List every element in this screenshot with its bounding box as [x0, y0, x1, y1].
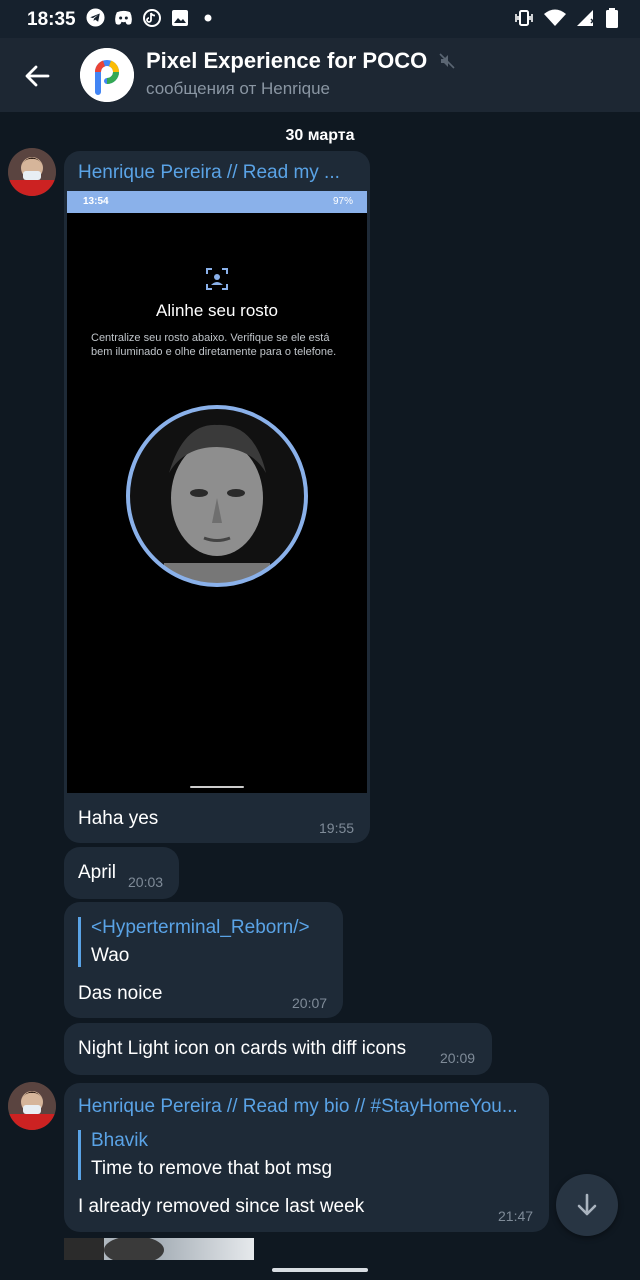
tiktok-icon [142, 8, 161, 27]
screenshot-status-bar: 13:54 97% [67, 191, 367, 213]
screenshot-battery: 97% [332, 196, 353, 207]
message-text: I already removed since last week [78, 1196, 365, 1217]
telegram-icon [86, 8, 105, 27]
face-scan-icon [206, 268, 228, 290]
signal-icon [576, 9, 596, 32]
arrow-left-icon [25, 65, 50, 87]
screenshot-status-time: 13:54 [83, 196, 109, 207]
photo-thumbnail [64, 1238, 164, 1260]
chat-avatar[interactable] [80, 48, 134, 102]
message-time: 20:09 [440, 1050, 476, 1066]
avatar[interactable] [8, 148, 56, 196]
sender-name[interactable]: Henrique Pereira // Read my bio // #Stay… [78, 1096, 540, 1118]
gesture-nav-handle[interactable] [272, 1268, 368, 1272]
discord-icon [114, 8, 133, 27]
reply-author: Bhavik [91, 1130, 149, 1151]
message-text: Night Light icon on cards with diff icon… [78, 1038, 407, 1059]
chat-title-text: Pixel Experience for POCO [146, 48, 428, 73]
back-button[interactable] [18, 57, 56, 95]
message-bubble[interactable]: Night Light icon on cards with diff icon… [64, 1023, 492, 1075]
reply-text: Wao [91, 945, 130, 966]
dot-icon [198, 8, 217, 27]
reply-text: Time to remove that bot msg [91, 1158, 333, 1179]
sender-name[interactable]: Henrique Pereira // Read my ... [78, 162, 363, 184]
face-preview [126, 405, 308, 587]
wifi-icon [544, 9, 566, 32]
reply-author: <Hyperterminal_Reborn/> [91, 917, 310, 938]
message-time: 19:55 [319, 820, 355, 836]
status-bar: 18:35 [0, 0, 640, 38]
chat-title[interactable]: Pixel Experience for POCO [146, 48, 455, 75]
battery-icon [606, 8, 618, 33]
user-photo-icon [8, 1082, 56, 1130]
message-text: Haha yes [78, 808, 159, 829]
pixel-experience-logo [80, 48, 134, 102]
chat-header: Pixel Experience for POCO сообщения от H… [0, 38, 640, 112]
scroll-down-button[interactable] [556, 1174, 618, 1236]
message-bubble[interactable]: Henrique Pereira // Read my bio // #Stay… [64, 1083, 549, 1232]
screenshot-home-indicator [190, 786, 244, 788]
user-photo-icon [8, 148, 56, 196]
image-icon [170, 8, 189, 27]
message-text: Das noice [78, 983, 163, 1004]
message-time: 21:47 [498, 1208, 534, 1224]
attached-screenshot[interactable]: 13:54 97% Alinhe seu rosto Centralize se… [67, 191, 367, 793]
message-bubble[interactable]: April 20:03 [64, 847, 179, 899]
avatar[interactable] [8, 1082, 56, 1130]
screenshot-title: Alinhe seu rosto [156, 301, 278, 320]
system-icons [514, 8, 618, 33]
screenshot-description: Centralize seu rosto abaixo. Verifique s… [91, 332, 337, 358]
notification-icons [86, 8, 217, 27]
message-text: April [78, 862, 117, 883]
message-bubble[interactable]: <Hyperterminal_Reborn/> Wao Das noice 20… [64, 902, 343, 1018]
vibrate-icon [514, 9, 534, 32]
message-bubble[interactable]: Henrique Pereira // Read my ... 13:54 97… [64, 151, 370, 843]
date-separator: 30 марта [285, 127, 355, 144]
reply-quote[interactable]: Bhavik Time to remove that bot msg [78, 1130, 332, 1180]
message-time: 20:03 [128, 874, 164, 890]
arrow-down-icon [577, 1193, 597, 1216]
reply-quote[interactable]: <Hyperterminal_Reborn/> Wao [78, 917, 310, 967]
chat-subtitle: сообщения от Henrique [146, 79, 330, 98]
status-time: 18:35 [27, 9, 76, 30]
mute-icon [439, 49, 455, 75]
next-message-image[interactable] [64, 1238, 254, 1260]
message-time: 20:07 [292, 995, 328, 1011]
